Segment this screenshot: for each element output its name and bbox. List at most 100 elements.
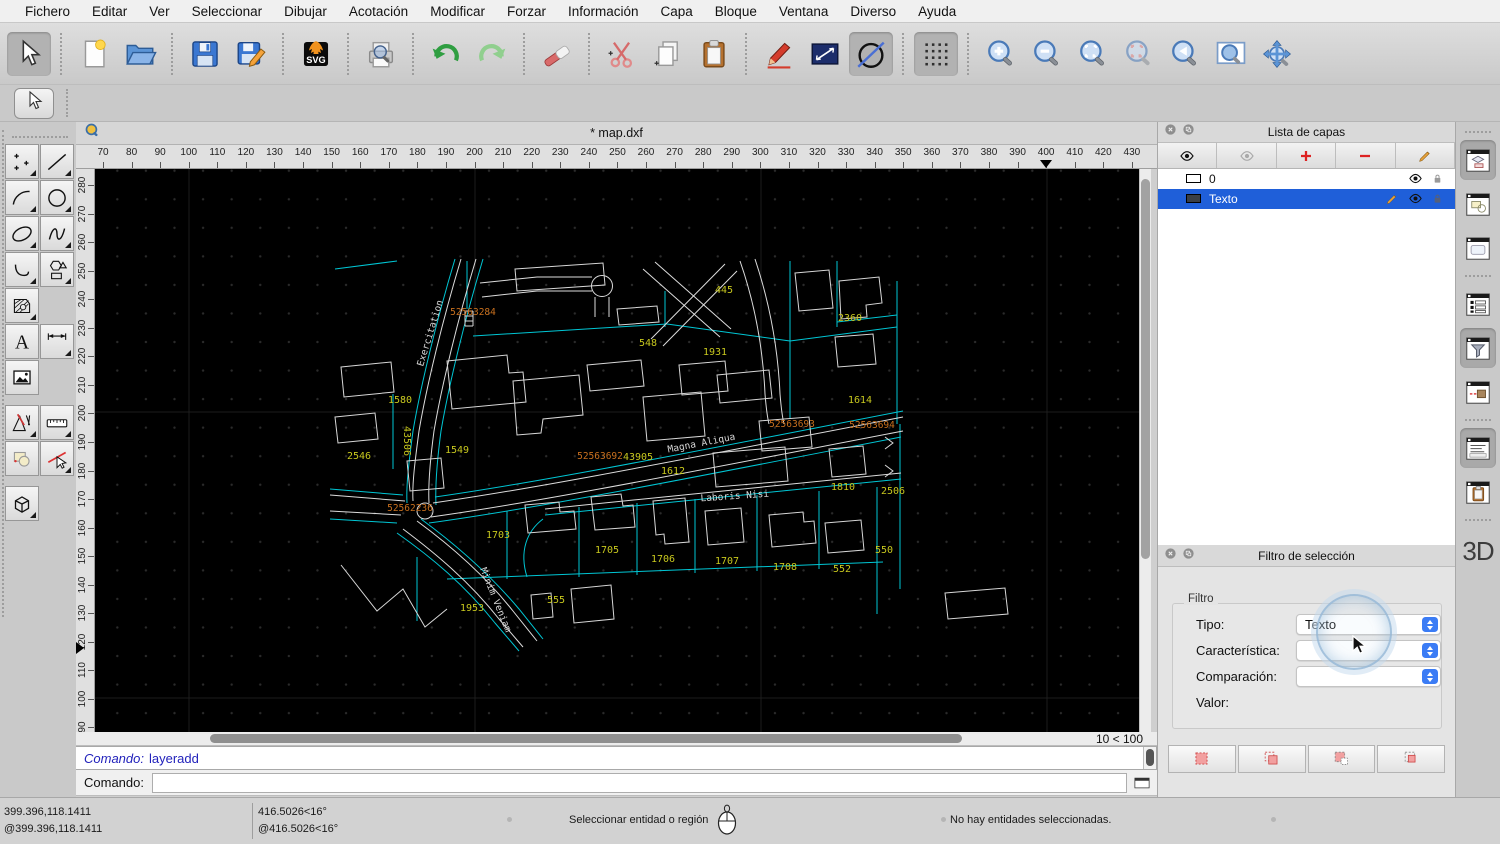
scrollbar-thumb[interactable]: [210, 734, 962, 743]
draft-tools-button[interactable]: [5, 405, 39, 440]
copy-button[interactable]: [646, 32, 690, 76]
selection-pointer-button[interactable]: [14, 87, 54, 119]
print-preview-button[interactable]: [359, 32, 403, 76]
canvas-horizontal-scrollbar[interactable]: 10 < 100: [76, 732, 1157, 746]
menu-ver[interactable]: Ver: [138, 4, 180, 19]
keyboard-icon[interactable]: [1131, 773, 1153, 793]
menu-bloque[interactable]: Bloque: [704, 4, 768, 19]
remove-from-selection-button[interactable]: [1307, 744, 1376, 773]
menu-ayuda[interactable]: Ayuda: [907, 4, 967, 19]
zoom-out-button[interactable]: [1025, 32, 1069, 76]
polyline-tool-button[interactable]: [5, 252, 39, 287]
menu-acotacin[interactable]: Acotación: [338, 4, 419, 19]
layer-row-0[interactable]: 0: [1158, 169, 1455, 189]
edit-pencil-button[interactable]: [757, 32, 801, 76]
svg-export-button[interactable]: SVG: [294, 32, 338, 76]
layer-lock-icon[interactable]: [1430, 171, 1445, 186]
drawing-viewport[interactable]: 445 2360 548 1931 1614 1580 2546 1549 43905 1612 4…: [95, 169, 1139, 732]
zoom-auto-button[interactable]: [1071, 32, 1115, 76]
zoom-selection-button[interactable]: [1117, 32, 1161, 76]
dock-block-list-button[interactable]: [1460, 184, 1496, 224]
zoom-previous-icon: [1172, 39, 1196, 65]
undo-button[interactable]: [424, 32, 468, 76]
add-to-selection-button[interactable]: [1237, 744, 1306, 773]
trim-tool-button[interactable]: [40, 441, 74, 476]
edit-layer-button[interactable]: [1396, 143, 1456, 168]
add-layer-button[interactable]: [1277, 143, 1337, 168]
history-scrollbar[interactable]: [1143, 747, 1156, 769]
redo-button[interactable]: [470, 32, 514, 76]
layer-visibility-toggle[interactable]: [1408, 191, 1423, 206]
dock-selection-filter-button[interactable]: [1460, 328, 1496, 368]
menu-seleccionar[interactable]: Seleccionar: [181, 4, 274, 19]
remove-layer-button[interactable]: [1336, 143, 1396, 168]
zoom-previous-button[interactable]: [1163, 32, 1207, 76]
new-file-button[interactable]: [72, 32, 116, 76]
show-all-layers-button[interactable]: [1158, 143, 1218, 168]
dropdown-stepper-icon[interactable]: [1422, 669, 1438, 685]
dimension-tool-button[interactable]: [40, 324, 74, 359]
arc-tool-button[interactable]: [5, 180, 39, 215]
zoom-window-button[interactable]: [1209, 32, 1253, 76]
draft-mode-button[interactable]: [849, 31, 893, 76]
palette-drag-handle[interactable]: [2, 130, 4, 617]
pointer-button[interactable]: [7, 31, 51, 76]
undock-icon[interactable]: [1182, 123, 1195, 141]
canvas-vertical-scrollbar[interactable]: [1139, 169, 1151, 732]
hide-all-layers-button[interactable]: [1217, 143, 1277, 168]
layer-lock-icon[interactable]: [1430, 191, 1445, 206]
save-as-button[interactable]: [229, 32, 273, 76]
modify-tool-button[interactable]: [5, 441, 39, 476]
line-arrow-button[interactable]: [803, 32, 847, 76]
dock-properties-button[interactable]: [1460, 284, 1496, 324]
zoom-pan-button[interactable]: [1255, 32, 1299, 76]
ellipse-tool-button[interactable]: [5, 216, 39, 251]
zoom-in-button[interactable]: [979, 32, 1023, 76]
palette-drag-handle[interactable]: [12, 136, 68, 138]
menu-forzar[interactable]: Forzar: [496, 4, 557, 19]
save-button[interactable]: [183, 32, 227, 76]
image-tool-button[interactable]: [5, 360, 39, 395]
spline-tool-button[interactable]: [40, 216, 74, 251]
dock-command-line-button[interactable]: [1460, 428, 1496, 468]
close-icon[interactable]: [1164, 123, 1177, 141]
box-3d-tool-button[interactable]: [5, 486, 39, 521]
points-tool-button[interactable]: [5, 144, 39, 179]
text-tool-button[interactable]: A: [5, 324, 39, 359]
measure-tool-button[interactable]: [40, 405, 74, 440]
layer-edit-pencil-icon[interactable]: [1385, 192, 1399, 206]
dock-layer-list-button[interactable]: [1460, 140, 1496, 180]
layer-row-texto[interactable]: Texto: [1158, 188, 1455, 209]
dropdown-stepper-icon[interactable]: [1422, 617, 1438, 633]
menu-dibujar[interactable]: Dibujar: [273, 4, 338, 19]
cut-button[interactable]: [600, 32, 644, 76]
layer-visibility-toggle[interactable]: [1408, 171, 1423, 186]
intersect-selection-button[interactable]: [1377, 744, 1445, 773]
line-tool-button[interactable]: [40, 144, 74, 179]
pointer-icon: [29, 90, 43, 109]
delete-button[interactable]: [535, 32, 579, 76]
dock-tool-options-button[interactable]: [1460, 372, 1496, 412]
menu-modificar[interactable]: Modificar: [419, 4, 496, 19]
open-file-button[interactable]: [118, 32, 162, 76]
close-icon[interactable]: [1164, 547, 1177, 565]
dock-clipboard-button[interactable]: [1460, 472, 1496, 512]
menu-editar[interactable]: Editar: [81, 4, 138, 19]
menu-fichero[interactable]: Fichero: [14, 4, 81, 19]
menu-ventana[interactable]: Ventana: [768, 4, 840, 19]
filter-comparación-dropdown[interactable]: [1296, 666, 1441, 688]
paste-button[interactable]: [692, 32, 736, 76]
circle-tool-button[interactable]: [40, 180, 74, 215]
hatch-tool-button[interactable]: [5, 288, 39, 323]
3d-panel-label[interactable]: 3D: [1462, 536, 1494, 567]
select-all-matching-button[interactable]: [1168, 744, 1236, 773]
dock-library-button[interactable]: [1460, 228, 1496, 268]
menu-capa[interactable]: Capa: [650, 4, 704, 19]
menu-informacin[interactable]: Información: [557, 4, 650, 19]
menu-diverso[interactable]: Diverso: [839, 4, 907, 19]
shape-tool-button[interactable]: [40, 252, 74, 287]
dropdown-stepper-icon[interactable]: [1422, 643, 1438, 659]
grid-button[interactable]: [914, 31, 958, 76]
undock-icon[interactable]: [1182, 547, 1195, 565]
command-input[interactable]: [151, 772, 1127, 793]
